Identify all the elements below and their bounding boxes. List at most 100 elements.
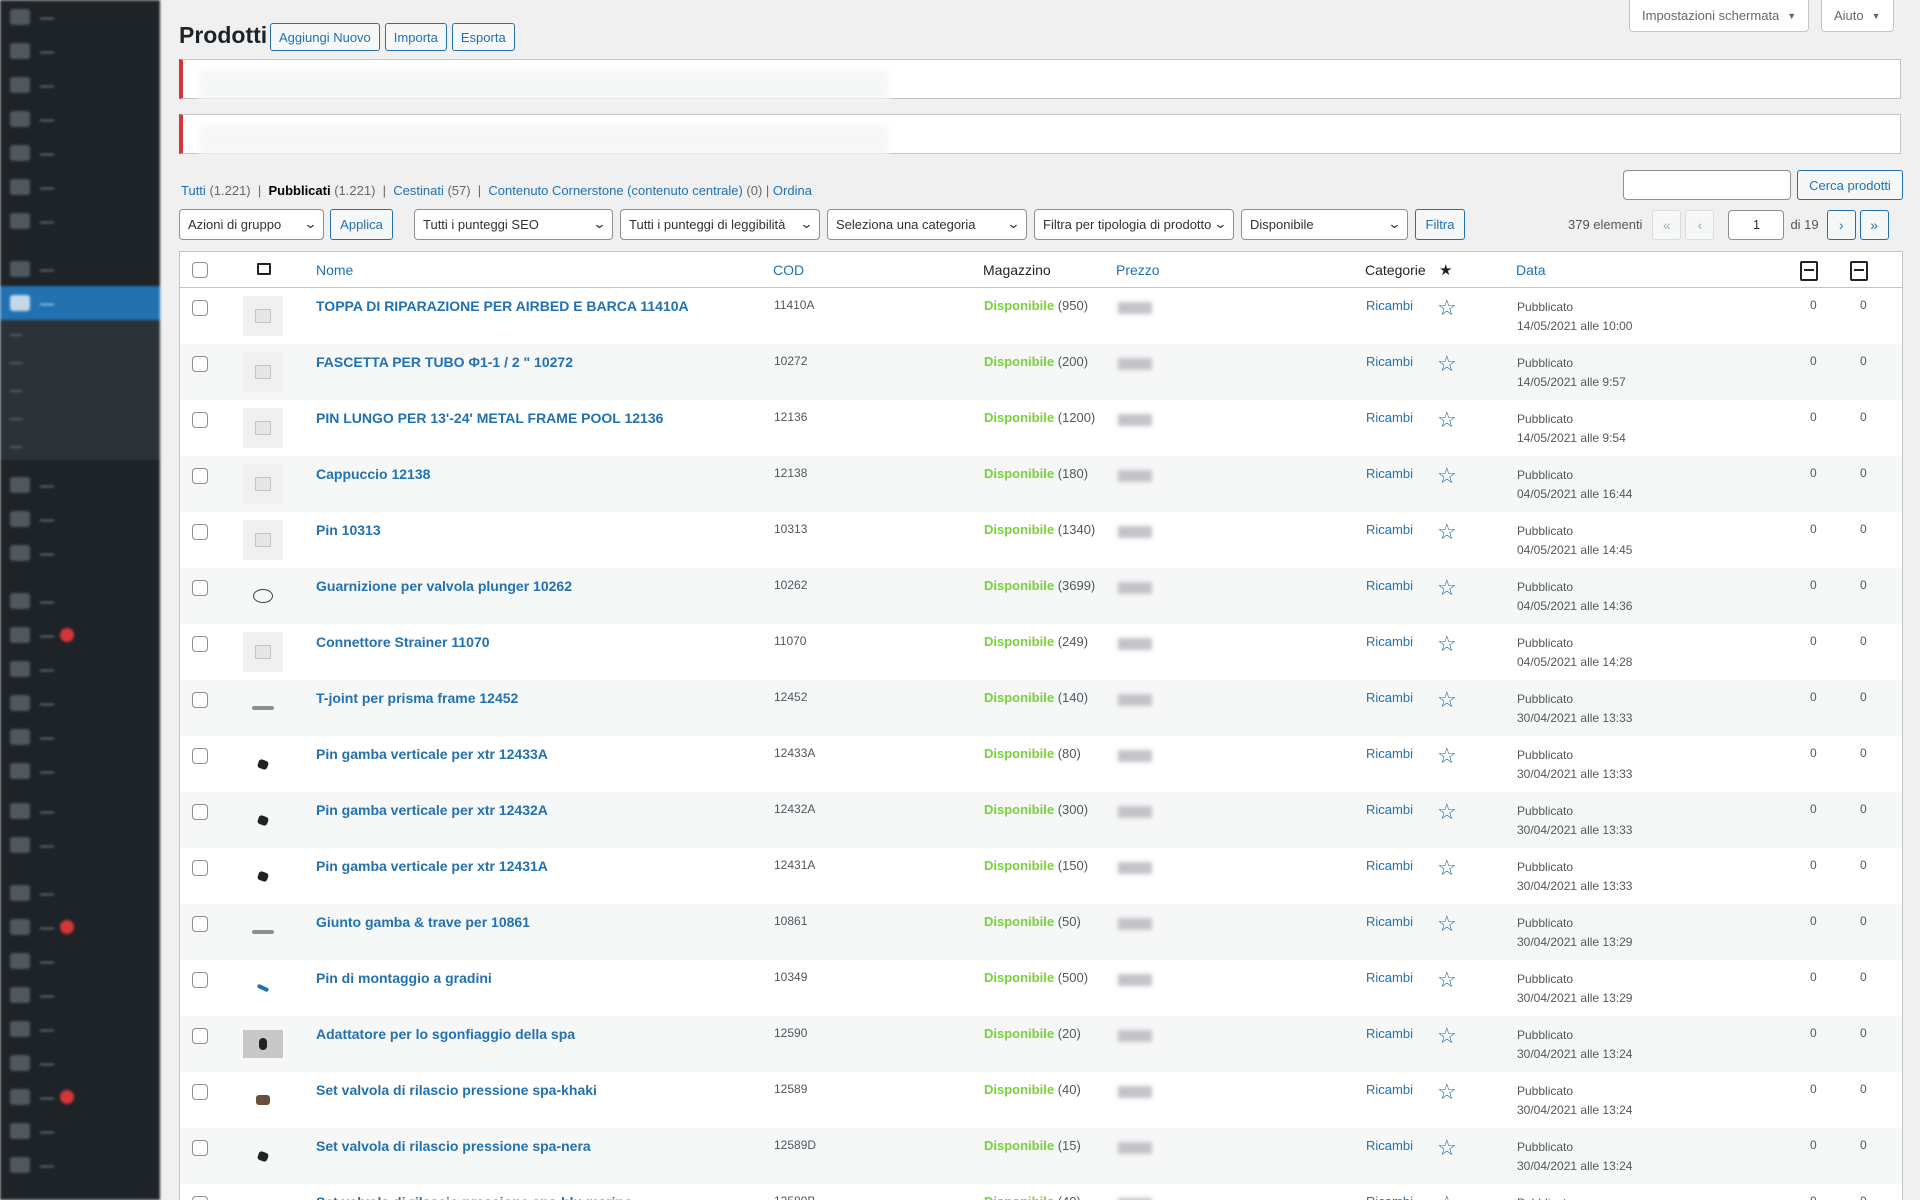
featured-star-icon[interactable]: ☆ xyxy=(1437,1023,1457,1049)
featured-star-icon[interactable]: ☆ xyxy=(1437,463,1457,489)
product-name-link[interactable]: FASCETTA PER TUBO Φ1-1 / 2 " 10272 xyxy=(316,354,573,370)
product-thumbnail[interactable] xyxy=(243,744,283,784)
search-products-button[interactable]: Cerca prodotti xyxy=(1797,170,1903,200)
row-checkbox[interactable] xyxy=(192,1028,208,1044)
row-checkbox[interactable] xyxy=(192,972,208,988)
row-checkbox[interactable] xyxy=(192,860,208,876)
search-input[interactable] xyxy=(1623,170,1791,200)
category-link[interactable]: Ricambi xyxy=(1366,914,1413,929)
product-thumbnail[interactable] xyxy=(243,1136,283,1176)
category-link[interactable]: Ricambi xyxy=(1366,578,1413,593)
category-link[interactable]: Ricambi xyxy=(1366,746,1413,761)
filter-button[interactable]: Filtra xyxy=(1415,209,1465,240)
row-checkbox[interactable] xyxy=(192,916,208,932)
view-all-link[interactable]: Tutti (1.221) xyxy=(181,183,251,198)
product-thumbnail[interactable] xyxy=(243,856,283,896)
product-thumbnail[interactable] xyxy=(243,912,283,952)
category-link[interactable]: Ricambi xyxy=(1366,298,1413,313)
product-name-link[interactable]: Giunto gamba & trave per 10861 xyxy=(316,914,530,930)
add-new-button[interactable]: Aggiungi Nuovo xyxy=(270,23,380,51)
category-link[interactable]: Ricambi xyxy=(1366,802,1413,817)
view-sort-link[interactable]: Ordina xyxy=(773,183,812,198)
category-link[interactable]: Ricambi xyxy=(1366,1026,1413,1041)
product-thumbnail[interactable] xyxy=(243,1024,283,1064)
product-thumbnail[interactable] xyxy=(243,464,283,504)
category-select[interactable]: Seleziona una categoria ⌄ xyxy=(827,209,1027,240)
select-all-checkbox[interactable] xyxy=(192,262,208,278)
col-price[interactable]: Prezzo xyxy=(1116,262,1160,278)
admin-sidebar[interactable]: — — — — — — — — — — — — — — — — — — — — … xyxy=(0,0,160,1200)
row-checkbox[interactable] xyxy=(192,804,208,820)
category-link[interactable]: Ricambi xyxy=(1366,1082,1413,1097)
featured-star-icon[interactable]: ☆ xyxy=(1437,799,1457,825)
category-link[interactable]: Ricambi xyxy=(1366,354,1413,369)
featured-star-icon[interactable]: ★ xyxy=(1439,261,1452,279)
product-name-link[interactable]: Pin gamba verticale per xtr 12431A xyxy=(316,858,548,874)
view-trash-link[interactable]: Cestinati (57) xyxy=(393,183,470,198)
category-link[interactable]: Ricambi xyxy=(1366,522,1413,537)
col-name[interactable]: Nome xyxy=(316,262,353,278)
featured-star-icon[interactable]: ☆ xyxy=(1437,575,1457,601)
featured-star-icon[interactable]: ☆ xyxy=(1437,631,1457,657)
featured-star-icon[interactable]: ☆ xyxy=(1437,743,1457,769)
category-link[interactable]: Ricambi xyxy=(1366,858,1413,873)
last-page-button[interactable]: » xyxy=(1859,209,1889,240)
product-name-link[interactable]: Pin gamba verticale per xtr 12433A xyxy=(316,746,548,762)
import-button[interactable]: Importa xyxy=(384,23,447,51)
view-cornerstone-link[interactable]: Contenuto Cornerstone (contenuto central… xyxy=(488,183,742,198)
product-thumbnail[interactable] xyxy=(243,1192,283,1200)
category-link[interactable]: Ricambi xyxy=(1366,466,1413,481)
category-link[interactable]: Ricambi xyxy=(1366,1138,1413,1153)
view-published-link[interactable]: Pubblicati xyxy=(268,183,330,198)
row-checkbox[interactable] xyxy=(192,412,208,428)
product-name-link[interactable]: Adattatore per lo sgonfiaggio della spa xyxy=(316,1026,575,1042)
readability-select[interactable]: Tutti i punteggi di leggibilità ⌄ xyxy=(620,209,820,240)
product-name-link[interactable]: Set valvola di rilascio pressione spa-kh… xyxy=(316,1082,597,1098)
featured-star-icon[interactable]: ☆ xyxy=(1437,295,1457,321)
row-checkbox[interactable] xyxy=(192,748,208,764)
row-checkbox[interactable] xyxy=(192,636,208,652)
featured-star-icon[interactable]: ☆ xyxy=(1437,351,1457,377)
featured-star-icon[interactable]: ☆ xyxy=(1437,687,1457,713)
row-checkbox[interactable] xyxy=(192,300,208,316)
product-name-link[interactable]: Pin di montaggio a gradini xyxy=(316,970,492,986)
screen-options-button[interactable]: Impostazioni schermata ▼ xyxy=(1629,0,1810,32)
product-thumbnail[interactable] xyxy=(243,408,283,448)
product-thumbnail[interactable] xyxy=(243,352,283,392)
product-name-link[interactable]: PIN LUNGO PER 13'-24' METAL FRAME POOL 1… xyxy=(316,410,663,426)
apply-button[interactable]: Applica xyxy=(330,209,393,240)
help-button[interactable]: Aiuto ▼ xyxy=(1821,0,1894,32)
category-link[interactable]: Ricambi xyxy=(1366,410,1413,425)
row-checkbox[interactable] xyxy=(192,1084,208,1100)
row-checkbox[interactable] xyxy=(192,692,208,708)
product-thumbnail[interactable] xyxy=(243,1080,283,1120)
product-thumbnail[interactable] xyxy=(243,968,283,1008)
featured-star-icon[interactable]: ☆ xyxy=(1437,967,1457,993)
featured-star-icon[interactable]: ☆ xyxy=(1437,911,1457,937)
next-page-button[interactable]: › xyxy=(1826,209,1856,240)
product-thumbnail[interactable] xyxy=(243,520,283,560)
row-checkbox[interactable] xyxy=(192,524,208,540)
category-link[interactable]: Ricambi xyxy=(1366,690,1413,705)
col-date[interactable]: Data xyxy=(1516,262,1546,278)
product-name-link[interactable]: Connettore Strainer 11070 xyxy=(316,634,490,650)
featured-star-icon[interactable]: ☆ xyxy=(1437,519,1457,545)
row-checkbox[interactable] xyxy=(192,1196,208,1200)
product-name-link[interactable]: Pin 10313 xyxy=(316,522,381,538)
product-name-link[interactable]: TOPPA DI RIPARAZIONE PER AIRBED E BARCA … xyxy=(316,298,689,314)
featured-star-icon[interactable]: ☆ xyxy=(1437,1135,1457,1161)
product-thumbnail[interactable] xyxy=(243,800,283,840)
row-checkbox[interactable] xyxy=(192,356,208,372)
product-thumbnail[interactable] xyxy=(243,688,283,728)
product-name-link[interactable]: Pin gamba verticale per xtr 12432A xyxy=(316,802,548,818)
stock-status-select[interactable]: Disponibile ⌄ xyxy=(1241,209,1408,240)
product-name-link[interactable]: Guarnizione per valvola plunger 10262 xyxy=(316,578,572,594)
row-checkbox[interactable] xyxy=(192,1140,208,1156)
row-checkbox[interactable] xyxy=(192,468,208,484)
export-button[interactable]: Esporta xyxy=(451,23,515,51)
featured-star-icon[interactable]: ☆ xyxy=(1437,855,1457,881)
featured-star-icon[interactable]: ☆ xyxy=(1437,407,1457,433)
product-name-link[interactable]: Cappuccio 12138 xyxy=(316,466,430,482)
product-type-select[interactable]: Filtra per tipologia di prodotto ⌄ xyxy=(1034,209,1234,240)
category-link[interactable]: Ricambi xyxy=(1366,970,1413,985)
